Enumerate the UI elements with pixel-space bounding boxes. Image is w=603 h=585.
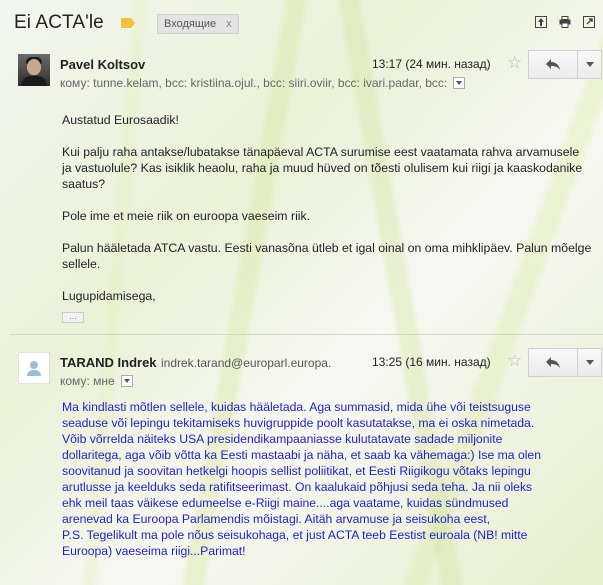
page-title: Ei ACTA'le	[14, 12, 104, 33]
label-chip-text: Входящие	[164, 18, 217, 30]
more-actions-button[interactable]	[578, 349, 601, 376]
default-avatar-icon	[18, 352, 50, 384]
reply-button-group	[528, 348, 602, 377]
sender-name[interactable]: Pavel Koltsov	[60, 57, 145, 72]
body-paragraph: Kui palju raha antakse/lubatakse tänapäe…	[62, 145, 583, 191]
show-trimmed-content-button[interactable]: ...	[62, 312, 84, 323]
archive-icon[interactable]	[535, 16, 547, 28]
reply-icon	[546, 59, 560, 70]
body-line: Euroopa) vaeseima riigi...Parimat!	[62, 544, 246, 558]
body-line: soovitanud ja soovitan hetkelgi hoopis s…	[62, 464, 531, 478]
message-body: Austatud Eurosaadik! Kui palju raha anta…	[62, 112, 592, 320]
recipients-text: кому: tunne.kelam, bcc: kristiina.ojul.,…	[60, 76, 448, 90]
body-paragraph: Palun hääletada ATCA vastu. Eesti vanasõ…	[62, 241, 592, 271]
avatar[interactable]	[18, 352, 50, 384]
body-line: arutlusse ja keelduks seda ratifitseerim…	[62, 480, 533, 494]
body-line: arenevad ka Euroopa Parlamendis mõistagi…	[62, 512, 491, 526]
show-details-dropdown[interactable]	[120, 375, 133, 387]
conversation-actions	[535, 16, 595, 28]
message-1: Pavel Koltsov кому: tunne.kelam, bcc: kr…	[10, 46, 603, 329]
body-line: Ma kindlasti mõtlen sellele, kuidas hääl…	[62, 400, 531, 414]
message-body: Ma kindlasti mõtlen sellele, kuidas hääl…	[62, 399, 597, 559]
label-tag-icon[interactable]	[121, 18, 135, 28]
sender-email: indrek.tarand@europarl.europa.	[161, 356, 332, 370]
message-2: TARAND Indrek indrek.tarand@europarl.eur…	[10, 344, 603, 585]
body-line: Võib võrrelda näiteks USA presidendikamp…	[62, 432, 503, 446]
body-line: P.S. Tegelikult ma pole nõus seisukohaga…	[62, 528, 528, 542]
remove-label-button[interactable]: x	[226, 18, 232, 30]
chevron-down-icon	[585, 360, 594, 365]
body-paragraph: Lugupidamisega,	[62, 289, 156, 303]
reply-button[interactable]	[529, 51, 578, 78]
reply-button-group	[528, 50, 602, 79]
body-line: dollaritega, aga võib võtta ka Eesti mas…	[62, 448, 541, 462]
print-icon[interactable]	[559, 16, 571, 28]
reply-icon	[546, 357, 560, 368]
message-time: 13:25 (16 мин. назад)	[372, 355, 491, 369]
sender-photo	[18, 54, 50, 86]
body-paragraph: Austatud Eurosaadik!	[62, 113, 179, 127]
show-details-dropdown[interactable]	[453, 77, 466, 89]
star-icon[interactable]: ☆	[507, 53, 522, 73]
recipients-line: кому: tunne.kelam, bcc: kristiina.ojul.,…	[60, 76, 466, 90]
chevron-down-icon	[585, 62, 594, 67]
body-line: ehk meil taas väikese edumeelse e-Riigi …	[62, 496, 509, 510]
body-line: seaduse või lepingu tekitamiseks huvigru…	[62, 416, 535, 430]
star-icon[interactable]: ☆	[507, 351, 522, 371]
reply-button[interactable]	[529, 349, 578, 376]
body-paragraph: Pole ime et meie riik on euroopa vaeseim…	[62, 209, 311, 223]
avatar[interactable]	[18, 54, 50, 86]
conversation-header: Ei ACTA'le Входящие x	[0, 0, 603, 46]
label-chip-inbox[interactable]: Входящие x	[157, 14, 239, 34]
message-divider	[10, 334, 603, 335]
recipients-text: кому: мне	[60, 374, 115, 388]
new-window-icon[interactable]	[583, 16, 595, 28]
recipients-line: кому: мне	[60, 374, 133, 388]
more-actions-button[interactable]	[578, 51, 601, 78]
sender-name[interactable]: TARAND Indrek	[60, 355, 157, 370]
message-time: 13:17 (24 мин. назад)	[372, 57, 491, 71]
